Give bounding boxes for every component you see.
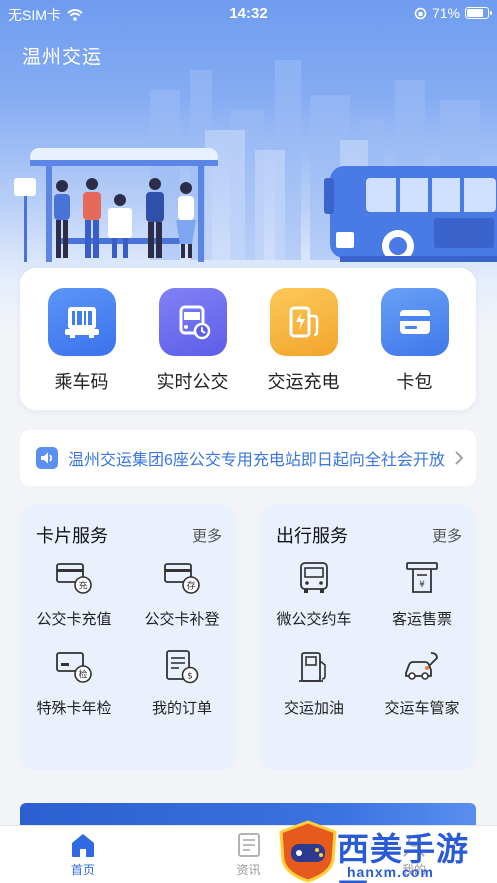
service-label: 微公交约车 <box>276 611 352 628</box>
quick-action-label: 交运充电 <box>267 372 340 392</box>
tab-label: 资讯 <box>236 863 261 877</box>
quick-action-ride-code[interactable]: 乘车码 <box>32 268 132 410</box>
minibus-icon <box>294 558 334 598</box>
card-recharge-icon: 充 <box>54 558 94 598</box>
service-card-inspection[interactable]: 检 特殊卡年检 <box>20 647 128 718</box>
orientation-lock-icon <box>414 7 427 19</box>
service-card-recharge[interactable]: 充 公交卡充值 <box>20 558 128 629</box>
card-services-more-link[interactable]: 更多 <box>192 525 222 546</box>
status-bar: 无SIM卡 14:32 71% <box>0 0 497 28</box>
travel-services-panel: 出行服务 更多 微公交约车 ¥ 客运售票 交运加油 交运车管家 <box>260 504 476 770</box>
bus-illustration <box>324 166 497 262</box>
watermark-url: hanxm.com <box>347 864 434 880</box>
tab-label: 首页 <box>70 863 95 877</box>
tab-home[interactable]: 首页 <box>0 826 166 883</box>
car-service-icon <box>402 647 442 687</box>
badge-supplement: 存 <box>186 580 195 592</box>
home-icon <box>71 834 94 857</box>
service-my-orders[interactable]: $ 我的订单 <box>128 647 236 718</box>
service-ticketing[interactable]: ¥ 客运售票 <box>368 558 476 629</box>
battery-icon <box>465 7 492 19</box>
quick-action-label: 乘车码 <box>54 372 109 392</box>
service-label: 交运加油 <box>283 700 344 717</box>
badge-recharge: 充 <box>78 580 87 592</box>
service-label: 公交卡补登 <box>144 611 220 628</box>
service-label: 公交卡充值 <box>36 611 112 628</box>
service-fuel[interactable]: 交运加油 <box>260 647 368 718</box>
quick-action-label: 实时公交 <box>156 372 229 392</box>
watermark-logo-icon <box>279 820 337 883</box>
order-icon: $ <box>162 647 202 687</box>
ride-code-icon <box>47 288 116 356</box>
service-label: 客运售票 <box>391 611 452 628</box>
service-label: 我的订单 <box>151 700 212 717</box>
quick-actions-card: 乘车码 实时公交 交运充电 卡包 <box>20 268 476 410</box>
service-card-supplement[interactable]: 存 公交卡补登 <box>128 558 236 629</box>
service-label: 交运车管家 <box>384 700 460 717</box>
realtime-bus-icon <box>158 288 227 356</box>
watermark: 西美手游网 hanxm.com <box>275 820 497 883</box>
battery-percent: 71% <box>431 5 460 21</box>
card-supplement-icon: 存 <box>162 558 202 598</box>
fuel-icon <box>294 647 334 687</box>
badge-inspection: 检 <box>78 669 87 681</box>
card-inspection-icon: 检 <box>54 647 94 687</box>
quick-action-wallet[interactable]: 卡包 <box>365 268 465 410</box>
quick-action-label: 卡包 <box>396 372 433 392</box>
charging-icon <box>269 288 338 356</box>
card-services-title: 卡片服务 <box>36 526 108 546</box>
travel-services-title: 出行服务 <box>276 526 348 546</box>
service-car-manager[interactable]: 交运车管家 <box>368 647 476 718</box>
notice-bar[interactable]: 温州交运集团6座公交专用充电站即日起向全社会开放 <box>20 430 476 486</box>
svg-text:¥: ¥ <box>419 580 425 590</box>
badge-order: $ <box>187 672 193 682</box>
ticket-icon: ¥ <box>402 558 442 598</box>
service-minibus-booking[interactable]: 微公交约车 <box>260 558 368 629</box>
quick-action-realtime-bus[interactable]: 实时公交 <box>143 268 243 410</box>
service-label: 特殊卡年检 <box>36 700 112 717</box>
speaker-icon <box>36 447 58 469</box>
news-icon <box>237 833 260 857</box>
page-title: 温州交运 <box>22 47 103 68</box>
quick-action-charging[interactable]: 交运充电 <box>254 268 354 410</box>
travel-services-more-link[interactable]: 更多 <box>432 525 462 546</box>
battery-level <box>467 9 483 17</box>
notice-text: 温州交运集团6座公交专用充电站即日起向全社会开放 <box>68 452 445 469</box>
wallet-icon <box>380 288 449 356</box>
card-services-panel: 卡片服务 更多 充 公交卡充值 存 公交卡补登 检 特殊卡年检 $ 我的订单 <box>20 504 236 770</box>
chevron-right-icon <box>446 450 464 466</box>
